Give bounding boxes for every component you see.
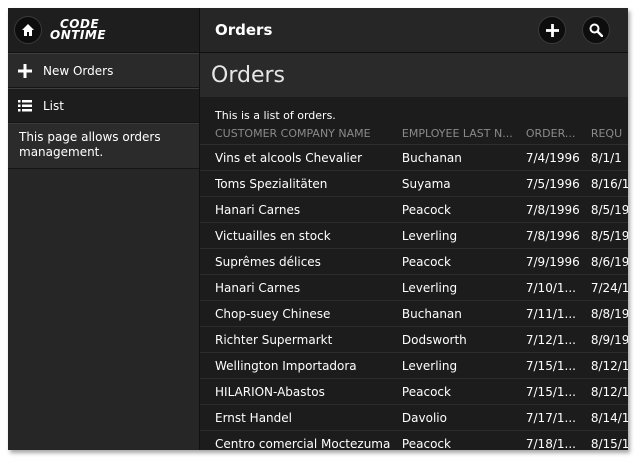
table-cell: 7/8/1996 (525, 228, 580, 243)
table-cell: Buchanan (401, 306, 462, 321)
table-cell: 7/24/1 (590, 280, 628, 295)
table-cell: 7/4/1996 (525, 150, 580, 165)
table-cell: Suyama (401, 176, 451, 191)
table-row[interactable]: Ernst Handel Davolio 7/17/1... 8/14/1 (200, 405, 628, 431)
table-row[interactable]: Toms Spezialitäten Suyama 7/5/1996 8/16/1 (200, 171, 628, 197)
table-row[interactable]: Wellington Importadora Leverling 7/15/1...… (200, 353, 628, 379)
table-cell: Toms Spezialitäten (215, 176, 328, 191)
table-row[interactable]: Hanari Carnes Peacock 7/8/1996 8/5/19 (200, 197, 628, 223)
page-title-bar: Orders (200, 53, 628, 97)
table-cell: 8/12/1 (590, 358, 628, 373)
table-cell: 7/15/1... (525, 384, 576, 399)
table-cell: Leverling (401, 228, 458, 243)
home-button[interactable] (14, 16, 42, 44)
sidebar-item-label: List (43, 98, 64, 113)
table-cell: Peacock (401, 384, 451, 399)
table-cell: 7/10/1... (525, 280, 576, 295)
table-cell: Richter Supermarkt (215, 332, 333, 347)
table-cell: Dodsworth (401, 332, 467, 347)
table-cell: Peacock (401, 254, 451, 269)
table-row[interactable]: HILARION-Abastos Peacock 7/15/1... 8/12/1 (200, 379, 628, 405)
main-area: Orders Orders This is a list of orders. … (200, 8, 628, 450)
table-cell: Leverling (401, 358, 458, 373)
table-cell: 8/9/19 (590, 332, 628, 347)
table-cell: 7/15/1... (525, 358, 576, 373)
table-cell: 8/8/19 (590, 306, 628, 321)
table-cell: 7/11/1... (525, 306, 576, 321)
table-cell: 8/1/1 (590, 150, 622, 165)
table-cell: 8/12/1 (590, 384, 628, 399)
table-cell: Hanari Carnes (215, 280, 301, 295)
column-header-employee[interactable]: EMPLOYEE LAST N... (402, 127, 526, 140)
table-cell: Victuailles en stock (215, 228, 331, 243)
sidebar-description: This page allows orders management. (8, 123, 199, 169)
column-header-customer[interactable]: CUSTOMER COMPANY NAME (200, 127, 402, 140)
table-row[interactable]: Victuailles en stock Leverling 7/8/1996 8/5… (200, 223, 628, 249)
table-cell: Vins et alcools Chevalier (215, 150, 363, 165)
logo-bar: CODE ONTIME (8, 8, 199, 53)
home-icon (22, 24, 34, 36)
table-cell: Peacock (401, 436, 451, 451)
table-cell: Centro comercial Moctezuma (215, 436, 391, 451)
table-row[interactable]: Vins et alcools Chevalier Buchanan 7/4/199… (200, 145, 628, 171)
page-title: Orders (211, 62, 285, 88)
table-body: Vins et alcools Chevalier Buchanan 7/4/199… (200, 145, 628, 450)
table-cell: 8/5/19 (590, 228, 628, 243)
sidebar-item-label: New Orders (43, 63, 114, 78)
sidebar-item-list[interactable]: List (8, 88, 199, 123)
header-title: Orders (215, 21, 273, 39)
table-cell: 8/16/1 (590, 176, 628, 191)
table-row[interactable]: Suprêmes délices Peacock 7/9/1996 8/6/19 (200, 249, 628, 275)
table-cell: Chop-suey Chinese (215, 306, 331, 321)
orders-table: CUSTOMER COMPANY NAME EMPLOYEE LAST N...… (200, 122, 628, 450)
add-button[interactable] (538, 16, 566, 44)
table-cell: 8/5/19 (590, 202, 628, 217)
table-row[interactable]: Hanari Carnes Leverling 7/10/1... 7/24/1 (200, 275, 628, 301)
table-cell: Ernst Handel (215, 410, 292, 425)
table-cell: Peacock (401, 202, 451, 217)
table-cell: 8/15/1 (590, 436, 628, 451)
grid-view: This is a list of orders. CUSTOMER COMPA… (200, 97, 628, 450)
code-ontime-logo[interactable]: CODE ONTIME (50, 18, 107, 42)
search-icon (589, 23, 603, 37)
table-cell: Wellington Importadora (215, 358, 357, 373)
column-header-order-date[interactable]: ORDER... (526, 127, 591, 140)
table-cell: 7/12/1... (525, 332, 576, 347)
column-header-required-date[interactable]: REQU (591, 127, 628, 140)
plus-icon (18, 63, 32, 78)
table-row[interactable]: Chop-suey Chinese Buchanan 7/11/1... 8/8/19 (200, 301, 628, 327)
plus-icon (545, 23, 559, 37)
table-cell: 8/14/1 (590, 410, 628, 425)
list-icon (18, 99, 32, 112)
sidebar-item-new-orders[interactable]: New Orders (8, 53, 199, 88)
app-window: CODE ONTIME New Orders List This page al… (8, 8, 628, 450)
table-cell: 8/6/19 (590, 254, 628, 269)
table-cell: Davolio (401, 410, 447, 425)
table-cell: 7/17/1... (525, 410, 576, 425)
table-cell: Hanari Carnes (215, 202, 301, 217)
table-row[interactable]: Richter Supermarkt Dodsworth 7/12/1... 8/9/… (200, 327, 628, 353)
app-header: Orders (200, 8, 628, 53)
table-cell: Suprêmes délices (215, 254, 321, 269)
table-row[interactable]: Centro comercial Moctezuma Peacock 7/18/1.… (200, 431, 628, 451)
table-cell: 7/9/1996 (525, 254, 580, 269)
table-cell: 7/18/1... (525, 436, 576, 451)
table-cell: Leverling (401, 280, 458, 295)
logo-line2: ONTIME (50, 28, 107, 42)
view-description: This is a list of orders. (215, 109, 336, 122)
table-cell: HILARION-Abastos (215, 384, 325, 399)
sidebar: CODE ONTIME New Orders List This page al… (8, 8, 200, 450)
search-button[interactable] (582, 16, 610, 44)
table-header: CUSTOMER COMPANY NAME EMPLOYEE LAST N...… (200, 122, 628, 145)
table-cell: Buchanan (401, 150, 462, 165)
table-cell: 7/5/1996 (525, 176, 580, 191)
table-cell: 7/8/1996 (525, 202, 580, 217)
